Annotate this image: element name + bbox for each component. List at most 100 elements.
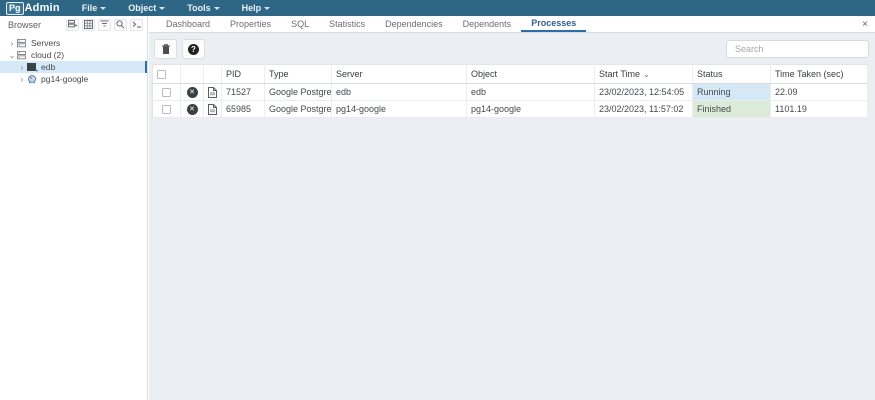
- cell-type: Google PostgreSQL: [265, 101, 332, 118]
- cell-time-taken: 22.09: [771, 84, 868, 101]
- column-header-time-taken[interactable]: Time Taken (sec): [771, 65, 868, 84]
- tree-item-pg14-google[interactable]: › pg14-google: [0, 73, 147, 85]
- tab-properties[interactable]: Properties: [220, 16, 281, 32]
- browser-toolbar: [66, 19, 143, 31]
- help-button[interactable]: ?: [182, 39, 205, 59]
- column-header-pid[interactable]: PID: [222, 65, 265, 84]
- chevron-down-icon: [100, 7, 106, 10]
- browser-panel-header: Browser: [0, 16, 147, 33]
- cell-start-time: 23/02/2023, 11:57:02: [595, 101, 693, 118]
- processes-table: PID Type Server Object Start Time⌄ Statu…: [152, 64, 868, 118]
- pgadmin-logo: PgAdmin: [6, 2, 60, 15]
- postgres-server-icon: [27, 75, 38, 84]
- tree-item-label: pg14-google: [41, 74, 88, 84]
- tab-dependencies[interactable]: Dependencies: [375, 16, 453, 32]
- close-icon[interactable]: ×: [862, 16, 868, 33]
- row-kill-cell: ✕: [181, 84, 204, 101]
- tree-item-label: Servers: [31, 38, 60, 48]
- delete-process-button[interactable]: [154, 39, 177, 59]
- tab-processes[interactable]: Processes: [521, 16, 586, 32]
- status-badge: Running: [693, 84, 771, 101]
- server-connected-icon: [27, 63, 38, 72]
- table-row: ✕ 65985 Google PostgreSQL pg14-google pg…: [153, 101, 868, 118]
- cell-time-taken: 1101.19: [771, 101, 868, 118]
- cell-start-time: 23/02/2023, 12:54:05: [595, 84, 693, 101]
- row-kill-cell: ✕: [181, 101, 204, 118]
- processes-toolbar: ?: [154, 39, 869, 59]
- row-details-cell: [204, 84, 222, 101]
- cell-pid: 65985: [222, 101, 265, 118]
- cell-type: Google PostgreSQL: [265, 84, 332, 101]
- add-server-icon[interactable]: [66, 19, 79, 31]
- column-header-object[interactable]: Object: [467, 65, 595, 84]
- details-column-header: [204, 65, 222, 84]
- help-icon: ?: [188, 44, 199, 55]
- tab-bar: Dashboard Properties SQL Statistics Depe…: [149, 16, 875, 33]
- tree-item-cloud[interactable]: ⌄ cloud (2): [0, 49, 147, 61]
- menu-tools[interactable]: Tools: [187, 3, 219, 13]
- cell-object: edb: [467, 84, 595, 101]
- tab-dashboard[interactable]: Dashboard: [156, 16, 220, 32]
- tab-statistics[interactable]: Statistics: [319, 16, 375, 32]
- menu-object-label: Object: [128, 3, 156, 13]
- select-all-header: [153, 65, 181, 84]
- column-header-server[interactable]: Server: [332, 65, 467, 84]
- search-input[interactable]: [726, 40, 869, 58]
- menu-object[interactable]: Object: [128, 3, 165, 13]
- column-header-status[interactable]: Status: [693, 65, 771, 84]
- server-group-icon: [17, 39, 28, 48]
- trash-icon: [161, 43, 171, 55]
- chevron-right-icon[interactable]: ›: [18, 63, 26, 72]
- main-panel: Dashboard Properties SQL Statistics Depe…: [149, 16, 875, 400]
- chevron-right-icon[interactable]: ›: [18, 75, 26, 84]
- chevron-down-icon: [214, 7, 220, 10]
- tree-item-label: cloud (2): [31, 50, 64, 60]
- tree-item-edb[interactable]: › edb: [0, 61, 147, 73]
- chevron-right-icon[interactable]: ›: [8, 39, 16, 48]
- pgadmin-logo-badge: Pg: [6, 2, 24, 15]
- object-explorer-tree: › Servers ⌄ cloud (2) › edb › pg14-g: [0, 37, 147, 85]
- stop-process-icon[interactable]: ✕: [187, 87, 198, 98]
- status-badge: Finished: [693, 101, 771, 118]
- chevron-down-icon[interactable]: ⌄: [8, 51, 16, 60]
- tree-item-label: edb: [41, 62, 55, 72]
- kill-column-header: [181, 65, 204, 84]
- filter-icon[interactable]: [98, 19, 111, 31]
- server-group-icon: [17, 51, 28, 60]
- menu-help-label: Help: [242, 3, 262, 13]
- column-header-start-time[interactable]: Start Time⌄: [595, 65, 693, 84]
- menubar: File Object Tools Help: [82, 3, 270, 13]
- menu-file-label: File: [82, 3, 98, 13]
- row-details-cell: [204, 101, 222, 118]
- cell-pid: 71527: [222, 84, 265, 101]
- chevron-down-icon: [159, 7, 165, 10]
- cell-server: pg14-google: [332, 101, 467, 118]
- chevron-down-icon: [264, 7, 270, 10]
- column-header-type[interactable]: Type: [265, 65, 332, 84]
- tree-item-servers[interactable]: › Servers: [0, 37, 147, 49]
- search-icon[interactable]: [114, 19, 127, 31]
- select-all-checkbox[interactable]: [157, 70, 166, 79]
- row-checkbox[interactable]: [162, 88, 171, 97]
- sort-down-icon: ⌄: [643, 70, 650, 79]
- column-header-start-time-label: Start Time: [599, 69, 640, 79]
- view-details-icon[interactable]: [208, 87, 217, 98]
- view-details-icon[interactable]: [208, 104, 217, 115]
- menu-help[interactable]: Help: [242, 3, 271, 13]
- stop-process-icon[interactable]: ✕: [187, 104, 198, 115]
- console-icon[interactable]: [130, 19, 143, 31]
- menu-file[interactable]: File: [82, 3, 107, 13]
- cell-server: edb: [332, 84, 467, 101]
- row-select-cell: [153, 101, 181, 118]
- row-select-cell: [153, 84, 181, 101]
- menu-tools-label: Tools: [187, 3, 210, 13]
- tab-sql[interactable]: SQL: [281, 16, 319, 32]
- row-checkbox[interactable]: [162, 105, 171, 114]
- grid-icon[interactable]: [82, 19, 95, 31]
- cell-object: pg14-google: [467, 101, 595, 118]
- app-titlebar: PgAdmin File Object Tools Help: [0, 0, 875, 16]
- browser-panel: Browser › Servers: [0, 16, 148, 400]
- tab-dependents[interactable]: Dependents: [453, 16, 522, 32]
- processes-panel: ? PID Type Server Object S: [149, 33, 875, 118]
- pgadmin-logo-text: Admin: [25, 2, 60, 14]
